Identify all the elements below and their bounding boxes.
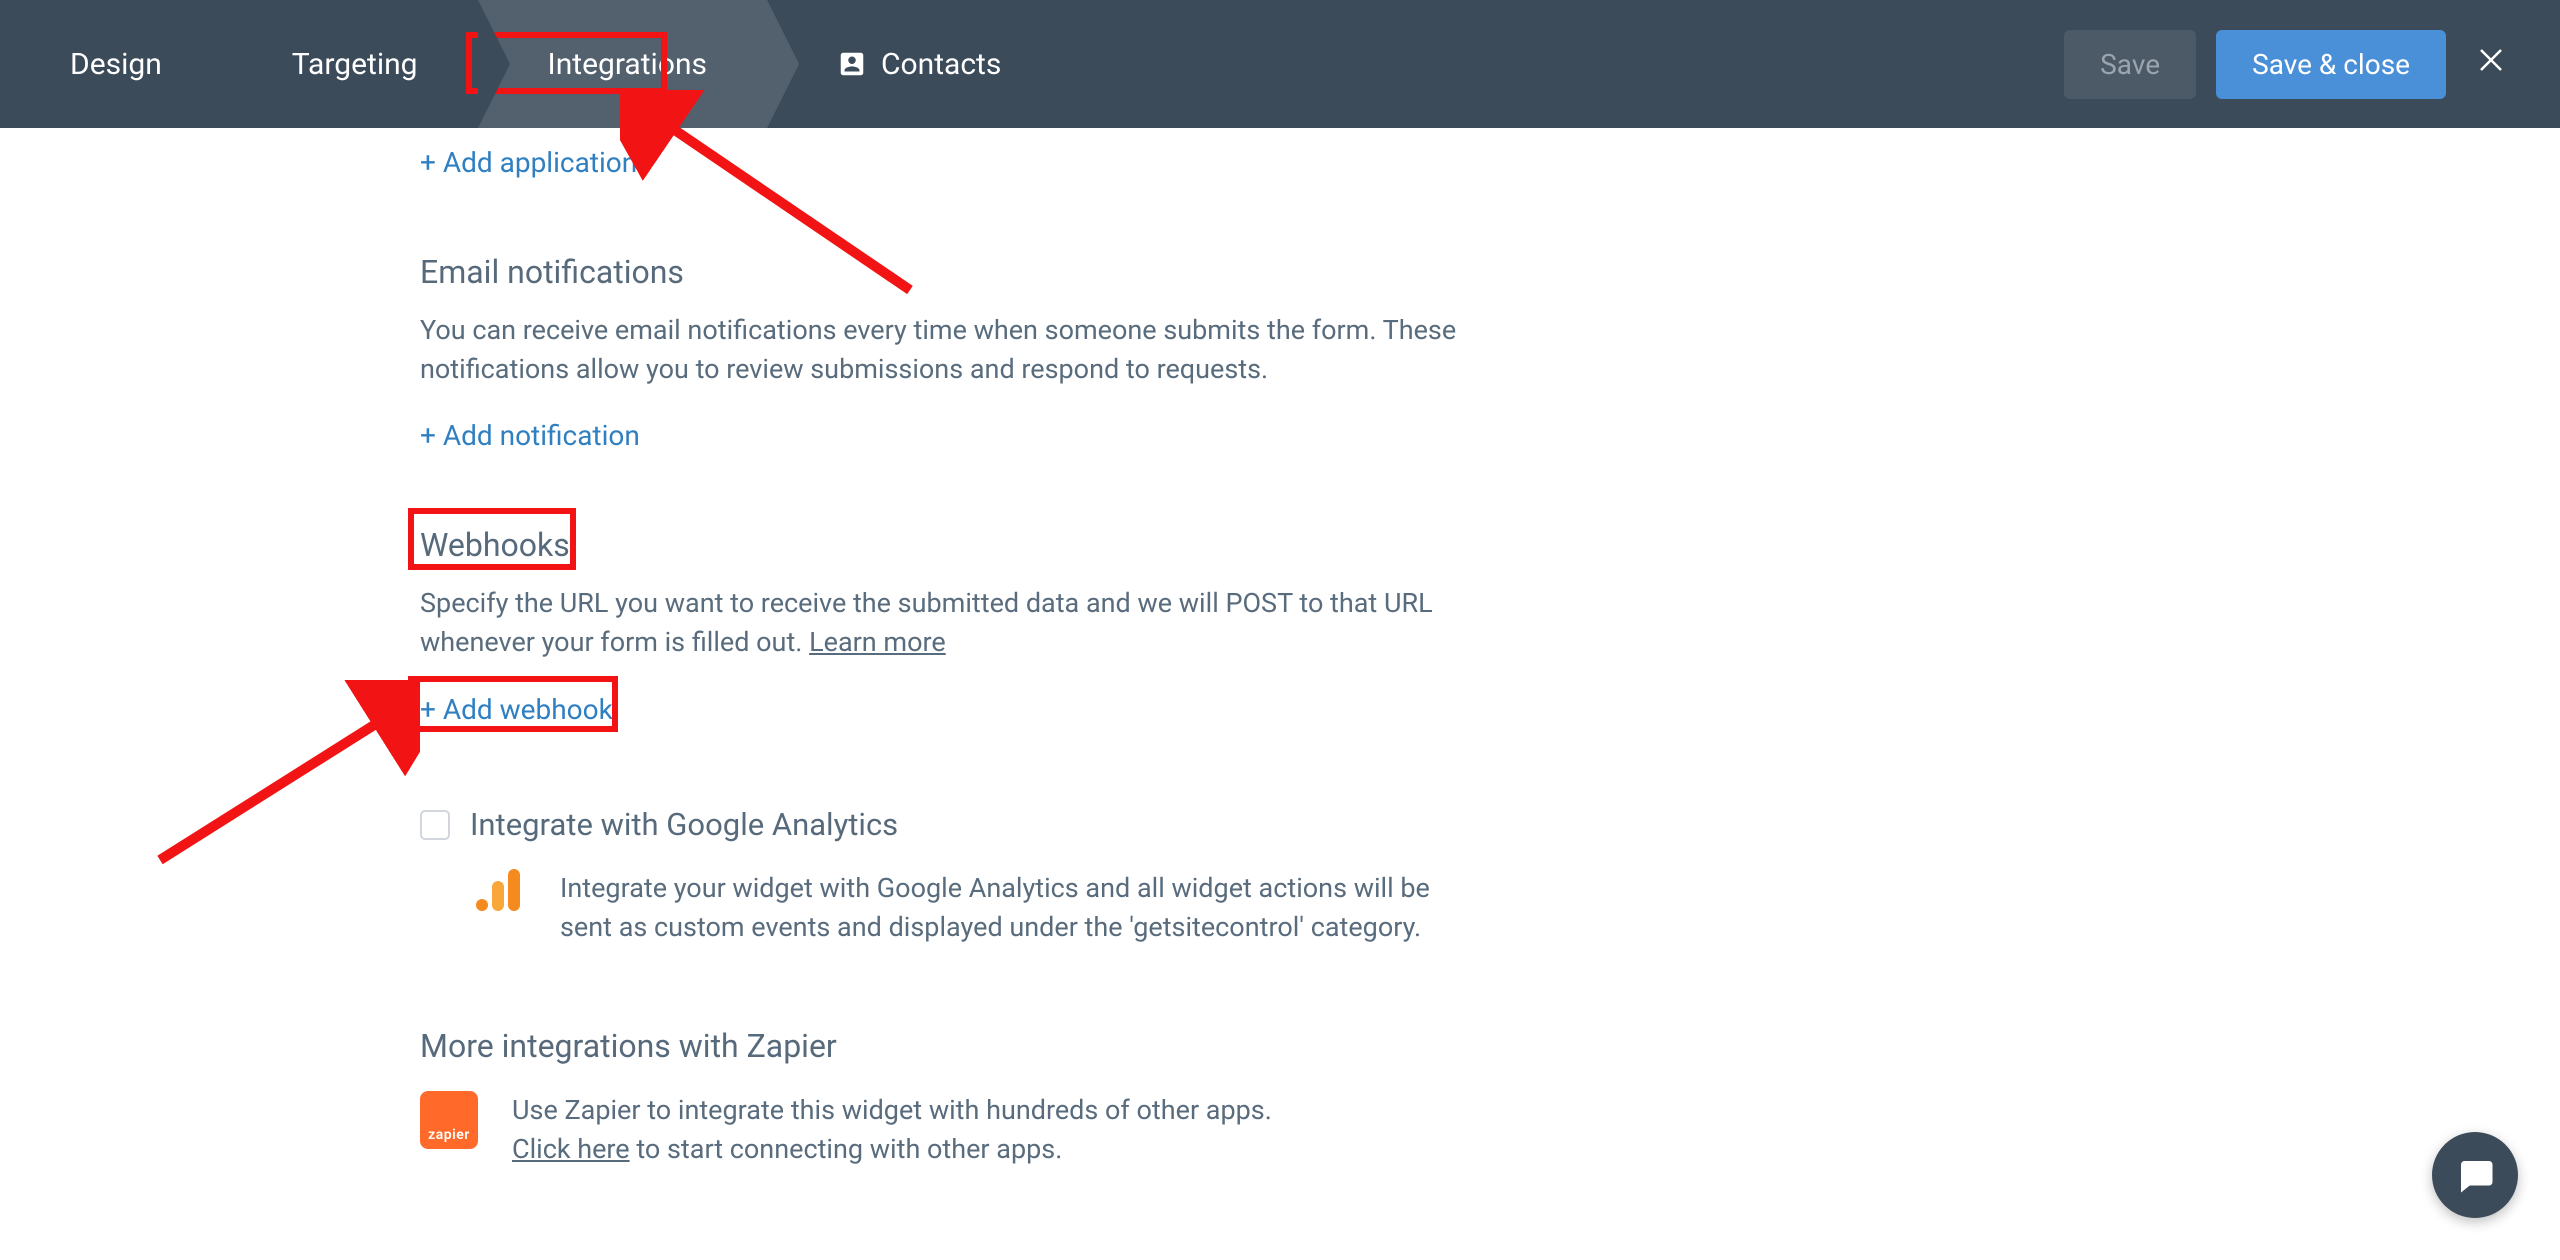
ga-content: Integrate with Google Analytics Integrat… — [470, 806, 1460, 947]
google-analytics-icon — [470, 869, 526, 911]
zapier-icon: zapier — [420, 1091, 478, 1149]
zapier-desc: Use Zapier to integrate this widget with… — [512, 1091, 1272, 1169]
ga-checkbox[interactable] — [420, 810, 450, 840]
nav-actions: Save Save & close — [2064, 30, 2560, 99]
tab-contacts-label: Contacts — [881, 47, 1001, 82]
ga-desc: Integrate your widget with Google Analyt… — [560, 869, 1460, 947]
ga-label: Integrate with Google Analytics — [470, 806, 1460, 843]
close-icon[interactable] — [2466, 44, 2516, 84]
webhooks-learn-more-link[interactable]: Learn more — [809, 626, 946, 658]
zapier-desc-pre: Use Zapier to integrate this widget with… — [512, 1094, 1272, 1126]
tab-targeting-label: Targeting — [292, 47, 418, 82]
chat-icon — [2454, 1154, 2496, 1196]
add-webhook-link[interactable]: + Add webhook — [420, 693, 613, 726]
google-analytics-row: Integrate with Google Analytics Integrat… — [420, 806, 1460, 947]
tab-targeting[interactable]: Targeting — [222, 0, 478, 128]
contacts-icon — [837, 49, 867, 79]
webhooks-title: Webhooks — [420, 526, 1460, 564]
zapier-icon-label: zapier — [428, 1127, 470, 1143]
email-notifications-desc: You can receive email notifications ever… — [420, 311, 1460, 389]
tab-integrations-label: Integrations — [548, 47, 707, 82]
webhooks-desc: Specify the URL you want to receive the … — [420, 584, 1460, 662]
add-notification-link[interactable]: + Add notification — [420, 419, 640, 452]
chat-launcher-button[interactable] — [2432, 1132, 2518, 1218]
tab-integrations[interactable]: Integrations — [478, 0, 767, 128]
email-notifications-title: Email notifications — [420, 253, 1460, 291]
tab-design-label: Design — [70, 47, 162, 82]
top-nav: Design Targeting Integrations Contacts S… — [0, 0, 2560, 128]
zapier-body: zapier Use Zapier to integrate this widg… — [420, 1091, 1460, 1169]
zapier-title: More integrations with Zapier — [420, 1027, 1460, 1065]
email-notifications-section: Email notifications You can receive emai… — [420, 253, 1460, 452]
save-button[interactable]: Save — [2064, 30, 2196, 99]
step-tabs: Design Targeting Integrations Contacts — [0, 0, 1061, 128]
save-close-button-label: Save & close — [2252, 48, 2410, 81]
save-close-button[interactable]: Save & close — [2216, 30, 2446, 99]
webhooks-section: Webhooks Specify the URL you want to rec… — [420, 526, 1460, 725]
add-application-link[interactable]: + Add application — [420, 146, 637, 179]
zapier-desc-post: to start connecting with other apps. — [630, 1133, 1063, 1165]
tab-contacts[interactable]: Contacts — [767, 0, 1061, 128]
zapier-click-here-link[interactable]: Click here — [512, 1133, 630, 1165]
main-content: + Add application Email notifications Yo… — [0, 128, 1460, 1169]
save-button-label: Save — [2100, 48, 2160, 81]
tab-design[interactable]: Design — [0, 0, 222, 128]
